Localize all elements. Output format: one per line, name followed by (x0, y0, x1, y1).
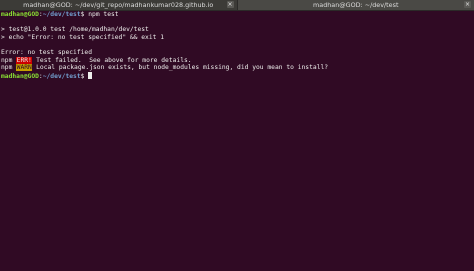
output-line: > test@1.0.0 test /home/madhan/dev/test (1, 26, 149, 34)
tab-title: madhan@GOD: ~/dev/git_repo/madhankumar02… (23, 1, 214, 9)
prompt-end: $ (80, 72, 89, 80)
warn-badge: WARN (16, 64, 33, 72)
close-icon[interactable]: × (464, 1, 471, 8)
warn-message: Local package.json exists, but node_modu… (32, 64, 329, 72)
prompt-path: ~/dev/test (42, 11, 81, 18)
command-line: madhan@GOD:~/dev/test$ npm test (1, 11, 473, 19)
tab-title: madhan@GOD: ~/dev/test (313, 1, 399, 9)
entered-command: npm test (88, 11, 119, 18)
npm-warn-line: npm WARN Local package.json exists, but … (1, 64, 473, 72)
npm-label: npm (1, 64, 13, 72)
error-message: Test failed. See above for more details. (32, 56, 192, 64)
prompt-path: ~/dev/test (42, 72, 81, 80)
text-cursor (88, 71, 93, 79)
tab-github-io-repo[interactable]: madhan@GOD: ~/dev/git_repo/madhankumar02… (0, 0, 238, 10)
prompt-user: madhan@GOD (1, 72, 39, 80)
npm-error-line: npm ERR! Test failed. See above for more… (1, 56, 473, 65)
output-line: > echo "Error: no test specified" && exi… (1, 33, 165, 41)
close-icon[interactable]: × (226, 1, 234, 8)
active-prompt-line[interactable]: madhan@GOD:~/dev/test$ (1, 71, 473, 80)
terminal-output[interactable]: madhan@GOD:~/dev/test$ npm test > test@1… (1, 11, 473, 271)
output-line: Error: no test specified (1, 48, 92, 56)
tab-dev-test[interactable]: madhan@GOD: ~/dev/test × (237, 0, 474, 10)
tab-bar: madhan@GOD: ~/dev/git_repo/madhankumar02… (0, 0, 474, 11)
prompt-user: madhan@GOD (1, 11, 39, 18)
npm-label: npm (1, 56, 13, 64)
error-badge: ERR! (16, 56, 33, 64)
